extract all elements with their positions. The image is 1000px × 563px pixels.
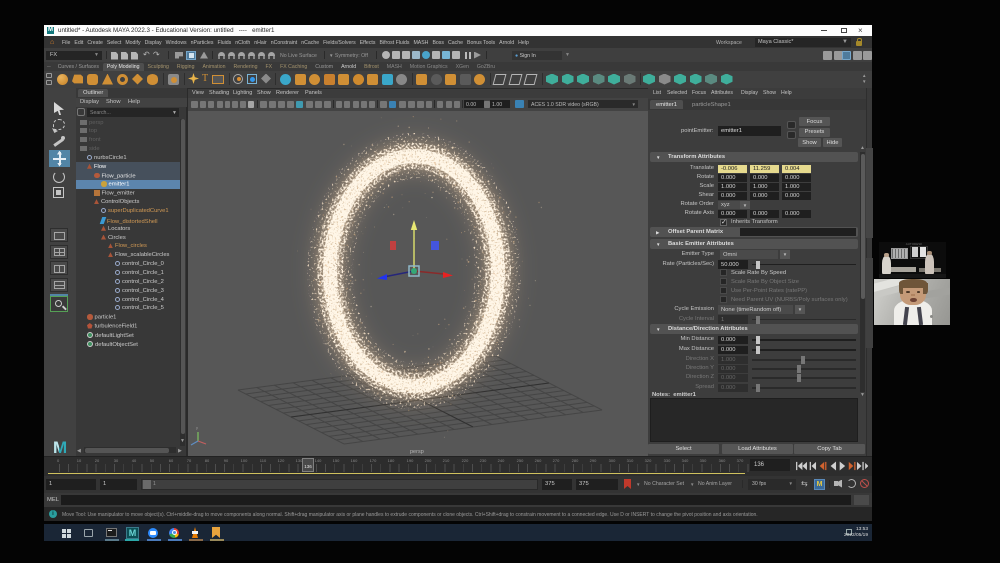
svg-text:y: y [196, 425, 198, 430]
svg-text:persp: persp [410, 449, 424, 455]
